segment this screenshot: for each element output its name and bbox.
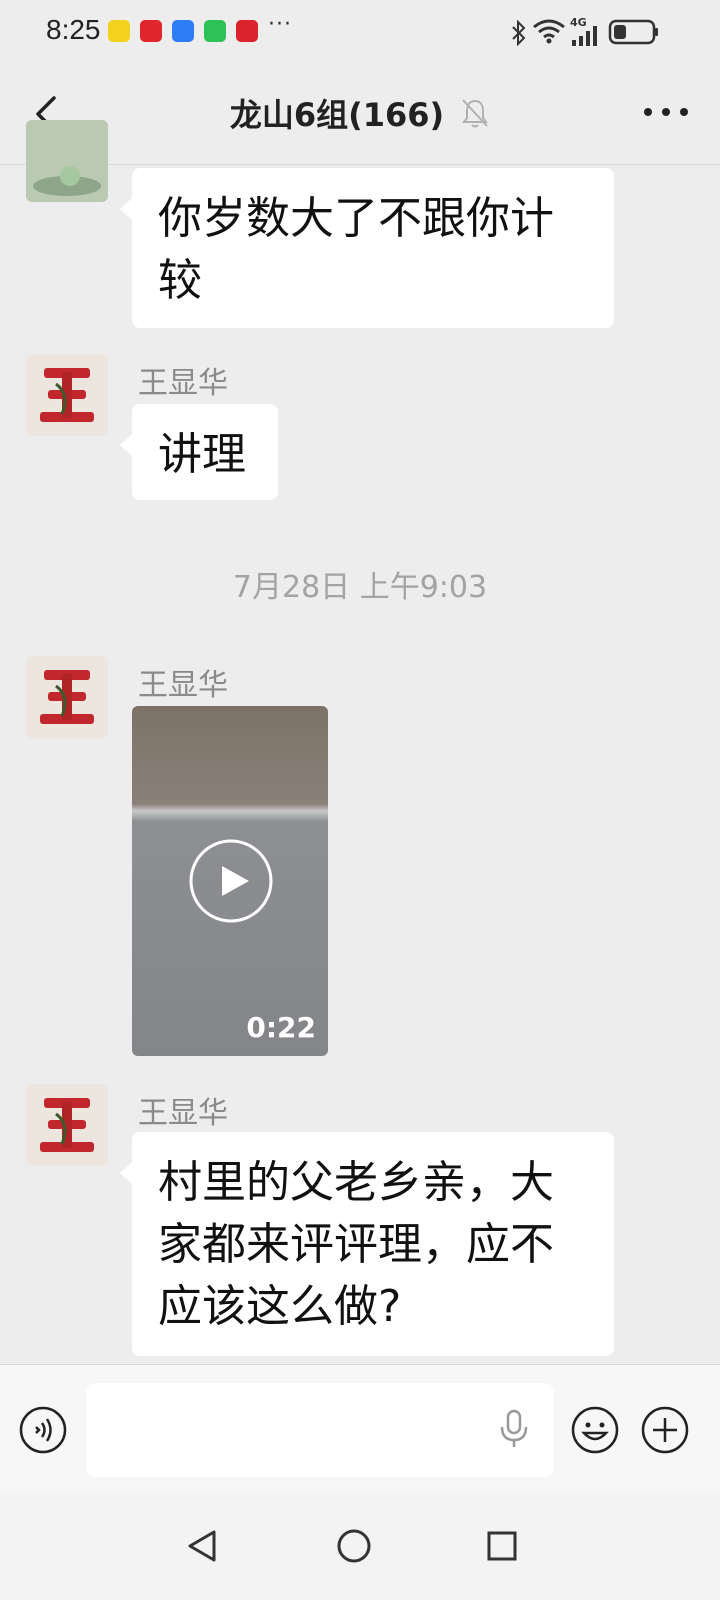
notification-app-icon	[108, 20, 130, 42]
voice-icon[interactable]	[18, 1405, 68, 1455]
bell-muted-icon	[462, 99, 489, 128]
sender-name: 王显华	[138, 366, 228, 401]
avatar[interactable]	[26, 354, 108, 436]
status-bar: 8:25 ··· 4G	[0, 0, 720, 64]
plus-icon[interactable]	[640, 1405, 690, 1455]
play-icon[interactable]	[189, 839, 273, 923]
message-text-line: 讲理	[158, 429, 246, 480]
microphone-icon[interactable]	[498, 1409, 530, 1449]
sender-name: 王显华	[138, 1096, 228, 1131]
message-bubble[interactable]: 讲理	[120, 404, 278, 500]
message-text-line: 较	[158, 255, 202, 306]
news-app-icon	[236, 20, 258, 42]
bluetooth-icon	[512, 20, 526, 46]
more-dots-icon[interactable]	[642, 102, 690, 122]
wifi-icon	[533, 19, 565, 44]
message-text-line: 应该这么做?	[158, 1281, 402, 1332]
back-triangle-icon[interactable]	[182, 1526, 222, 1566]
chat-header: 龙山6组(166)	[0, 64, 720, 165]
recents-square-icon[interactable]	[482, 1526, 522, 1566]
chat-title: 龙山6组(166)	[229, 96, 445, 134]
system-navigation-bar	[0, 1492, 720, 1600]
video-message[interactable]: 0:22	[132, 706, 328, 1056]
video-duration: 0:22	[246, 1011, 316, 1044]
avatar-wang-icon	[26, 354, 108, 436]
avatar-wang-icon	[26, 656, 108, 738]
message-input[interactable]	[86, 1383, 554, 1477]
baidu-app-icon	[172, 20, 194, 42]
avatar[interactable]	[26, 1084, 108, 1166]
home-circle-icon[interactable]	[334, 1526, 374, 1566]
message-bubble[interactable]: 你岁数大了不跟你计 较	[120, 168, 614, 328]
sender-name: 王显华	[138, 668, 228, 703]
avatar[interactable]	[26, 656, 108, 738]
signal-icon	[572, 26, 597, 46]
chat-title-bar: 龙山6组(166)	[0, 90, 720, 136]
message-text-line: 家都来评评理，应不	[158, 1219, 554, 1270]
emoji-icon[interactable]	[570, 1405, 620, 1455]
health-app-icon	[140, 20, 162, 42]
more-notifications-indicator: ···	[268, 12, 292, 37]
avatar-wang-icon	[26, 1084, 108, 1166]
message-text-line: 村里的父老乡亲，大	[158, 1157, 554, 1208]
wechat-app-icon	[204, 20, 226, 42]
message-bubble[interactable]: 村里的父老乡亲，大 家都来评评理，应不 应该这么做?	[120, 1132, 614, 1356]
avatar-image	[26, 120, 108, 202]
clock-time: 8:25	[46, 14, 101, 45]
message-text-line: 你岁数大了不跟你计	[158, 193, 554, 244]
message-timestamp: 7月28日 上午9:03	[232, 570, 488, 605]
avatar[interactable]	[26, 120, 108, 202]
battery-icon	[608, 19, 658, 45]
message-input-bar	[0, 1364, 720, 1493]
